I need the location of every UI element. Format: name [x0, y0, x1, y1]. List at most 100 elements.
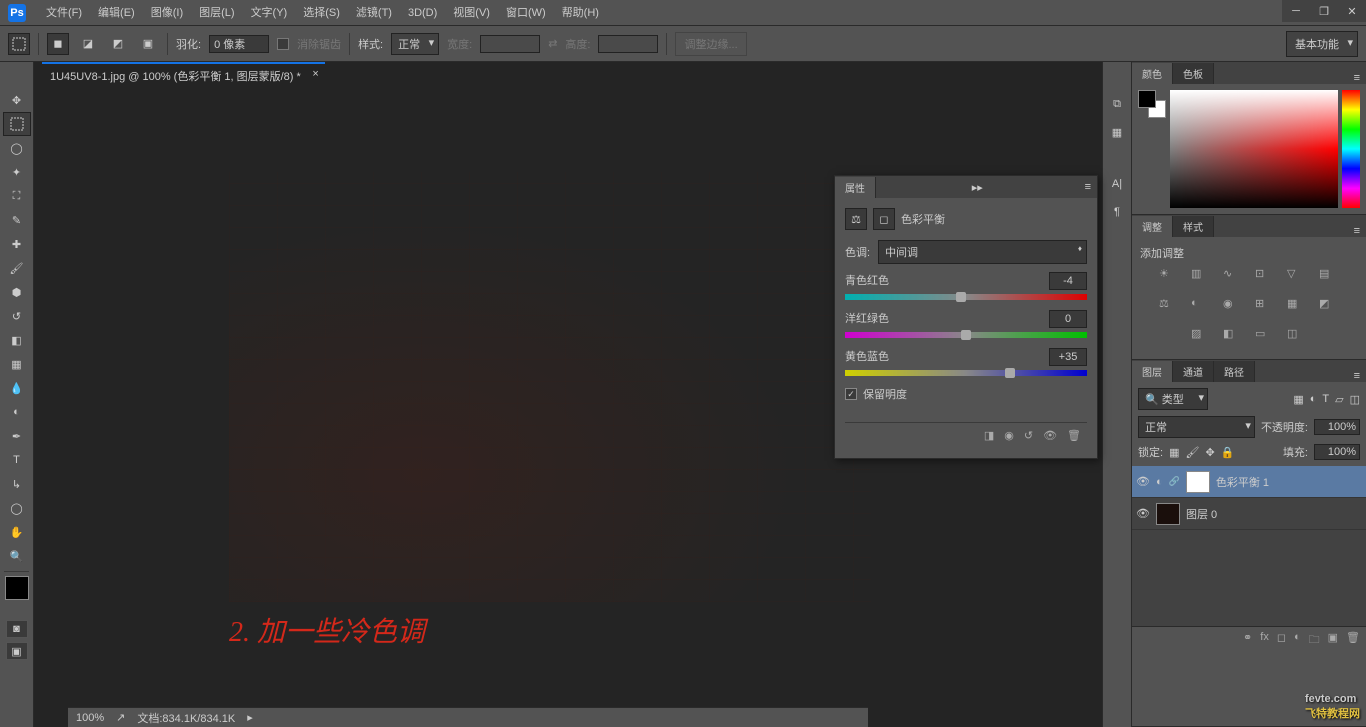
- export-icon[interactable]: ↗: [116, 711, 125, 724]
- path-tool[interactable]: ↳: [3, 472, 31, 496]
- screen-mode-button[interactable]: ▣: [6, 642, 28, 660]
- link-layers-icon[interactable]: ⚭: [1243, 631, 1252, 650]
- photo-filter-icon[interactable]: ◉: [1223, 297, 1243, 315]
- layer-name[interactable]: 色彩平衡 1: [1216, 474, 1269, 490]
- styles-tab[interactable]: 样式: [1173, 216, 1214, 237]
- properties-tab[interactable]: 属性: [835, 177, 876, 198]
- canvas[interactable]: [229, 172, 871, 602]
- filter-shape-icon[interactable]: ▱: [1335, 393, 1343, 406]
- document-tab[interactable]: 1U45UV8-1.jpg @ 100% (色彩平衡 1, 图层蒙版/8) * …: [42, 62, 325, 88]
- history-panel-icon[interactable]: ⧉: [1105, 92, 1129, 116]
- lock-all-icon[interactable]: 🔒: [1221, 446, 1235, 459]
- color-panel-menu-icon[interactable]: ≡: [1348, 72, 1366, 84]
- add-mask-icon[interactable]: ◻: [1277, 631, 1286, 650]
- curves-icon[interactable]: ∿: [1223, 267, 1243, 285]
- lasso-tool[interactable]: ◯: [3, 136, 31, 160]
- new-layer-icon[interactable]: ▣: [1328, 631, 1338, 650]
- preserve-luminosity-checkbox[interactable]: ✓: [845, 388, 857, 400]
- feather-input[interactable]: [209, 35, 269, 53]
- marquee-tool[interactable]: [3, 112, 31, 136]
- filter-pixel-icon[interactable]: ▦: [1293, 393, 1303, 406]
- panel-menu-icon[interactable]: ≡: [1079, 181, 1097, 193]
- filter-adjust-icon[interactable]: ◐: [1310, 393, 1317, 406]
- levels-icon[interactable]: ▥: [1191, 267, 1211, 285]
- new-adjustment-icon[interactable]: ◐: [1294, 631, 1301, 650]
- lock-pixels-icon[interactable]: 🖌: [1185, 446, 1199, 459]
- zoom-tool[interactable]: 🔍: [3, 544, 31, 568]
- posterize-icon[interactable]: ▨: [1191, 327, 1211, 345]
- channel-mixer-icon[interactable]: ⊞: [1255, 297, 1275, 315]
- delete-layer-icon[interactable]: 🗑: [1346, 631, 1360, 650]
- blur-tool[interactable]: 💧: [3, 376, 31, 400]
- menu-3d[interactable]: 3D(D): [400, 0, 445, 26]
- current-tool-icon[interactable]: [8, 33, 30, 55]
- blend-mode-select[interactable]: 正常: [1138, 416, 1255, 438]
- menu-type[interactable]: 文字(Y): [243, 0, 296, 26]
- menu-layer[interactable]: 图层(L): [191, 0, 242, 26]
- opacity-input[interactable]: [1314, 419, 1360, 435]
- menu-filter[interactable]: 滤镜(T): [348, 0, 400, 26]
- foreground-background-colors[interactable]: [5, 576, 29, 600]
- dodge-tool[interactable]: ◐: [3, 400, 31, 424]
- layer-thumbnail[interactable]: [1156, 503, 1180, 525]
- link-icon[interactable]: 🔗: [1169, 476, 1180, 487]
- visibility-icon[interactable]: 👁: [1136, 507, 1150, 520]
- pen-tool[interactable]: ✒: [3, 424, 31, 448]
- swatches-tab[interactable]: 色板: [1173, 63, 1214, 84]
- layers-tab[interactable]: 图层: [1132, 361, 1173, 382]
- color-tab[interactable]: 颜色: [1132, 63, 1173, 84]
- fill-input[interactable]: [1314, 444, 1360, 460]
- adjustment-icon[interactable]: ⚖: [845, 208, 867, 230]
- cyan-red-slider[interactable]: [845, 294, 1087, 300]
- fg-bg-swatches[interactable]: [1138, 90, 1166, 208]
- menu-image[interactable]: 图像(I): [143, 0, 191, 26]
- mask-thumbnail[interactable]: [1186, 471, 1210, 493]
- menu-file[interactable]: 文件(F): [38, 0, 90, 26]
- reset-icon[interactable]: ↺: [1024, 429, 1033, 442]
- history-brush-tool[interactable]: ↺: [3, 304, 31, 328]
- layer-item[interactable]: 👁 图层 0: [1132, 498, 1366, 530]
- yellow-blue-slider[interactable]: [845, 370, 1087, 376]
- character-panel-icon[interactable]: A|: [1105, 172, 1129, 196]
- magenta-green-slider[interactable]: [845, 332, 1087, 338]
- close-button[interactable]: ✕: [1338, 0, 1366, 22]
- add-selection-icon[interactable]: ◪: [77, 33, 99, 55]
- layer-fx-icon[interactable]: fx: [1260, 631, 1269, 650]
- hue-sat-icon[interactable]: ▤: [1319, 267, 1339, 285]
- exposure-icon[interactable]: ⊡: [1255, 267, 1275, 285]
- paragraph-panel-icon[interactable]: ¶: [1105, 200, 1129, 224]
- subtract-selection-icon[interactable]: ◩: [107, 33, 129, 55]
- healing-tool[interactable]: ✚: [3, 232, 31, 256]
- layer-item[interactable]: 👁 ◐ 🔗 色彩平衡 1: [1132, 466, 1366, 498]
- menu-view[interactable]: 视图(V): [445, 0, 498, 26]
- color-lookup-icon[interactable]: ▦: [1287, 297, 1307, 315]
- collapse-icon[interactable]: ▸▸: [966, 181, 989, 194]
- cyan-red-value[interactable]: [1049, 272, 1087, 290]
- close-tab-icon[interactable]: ×: [312, 68, 318, 80]
- crop-tool[interactable]: ⛶: [3, 184, 31, 208]
- new-selection-icon[interactable]: ◼: [47, 33, 69, 55]
- menu-window[interactable]: 窗口(W): [498, 0, 554, 26]
- hue-strip[interactable]: [1342, 90, 1360, 208]
- adjustments-tab[interactable]: 调整: [1132, 216, 1173, 237]
- delete-adjustment-icon[interactable]: 🗑: [1067, 429, 1081, 442]
- invert-icon[interactable]: ◩: [1319, 297, 1339, 315]
- shape-tool[interactable]: ◯: [3, 496, 31, 520]
- color-gradient[interactable]: [1170, 90, 1338, 208]
- visibility-icon[interactable]: 👁: [1136, 475, 1150, 488]
- threshold-icon[interactable]: ◧: [1223, 327, 1243, 345]
- style-select[interactable]: 正常: [391, 33, 439, 55]
- intersect-selection-icon[interactable]: ▣: [137, 33, 159, 55]
- quick-mask-button[interactable]: ◙: [6, 620, 28, 638]
- adjustments-menu-icon[interactable]: ≡: [1348, 225, 1366, 237]
- gradient-map-icon[interactable]: ▭: [1255, 327, 1275, 345]
- brush-tool[interactable]: 🖌: [3, 256, 31, 280]
- stamp-tool[interactable]: ⬢: [3, 280, 31, 304]
- eyedropper-tool[interactable]: ✎: [3, 208, 31, 232]
- bw-icon[interactable]: ◐: [1191, 297, 1211, 315]
- eraser-tool[interactable]: ◧: [3, 328, 31, 352]
- toggle-visibility-icon[interactable]: 👁: [1043, 429, 1057, 442]
- layer-name[interactable]: 图层 0: [1186, 506, 1217, 522]
- channels-tab[interactable]: 通道: [1173, 361, 1214, 382]
- hand-tool[interactable]: ✋: [3, 520, 31, 544]
